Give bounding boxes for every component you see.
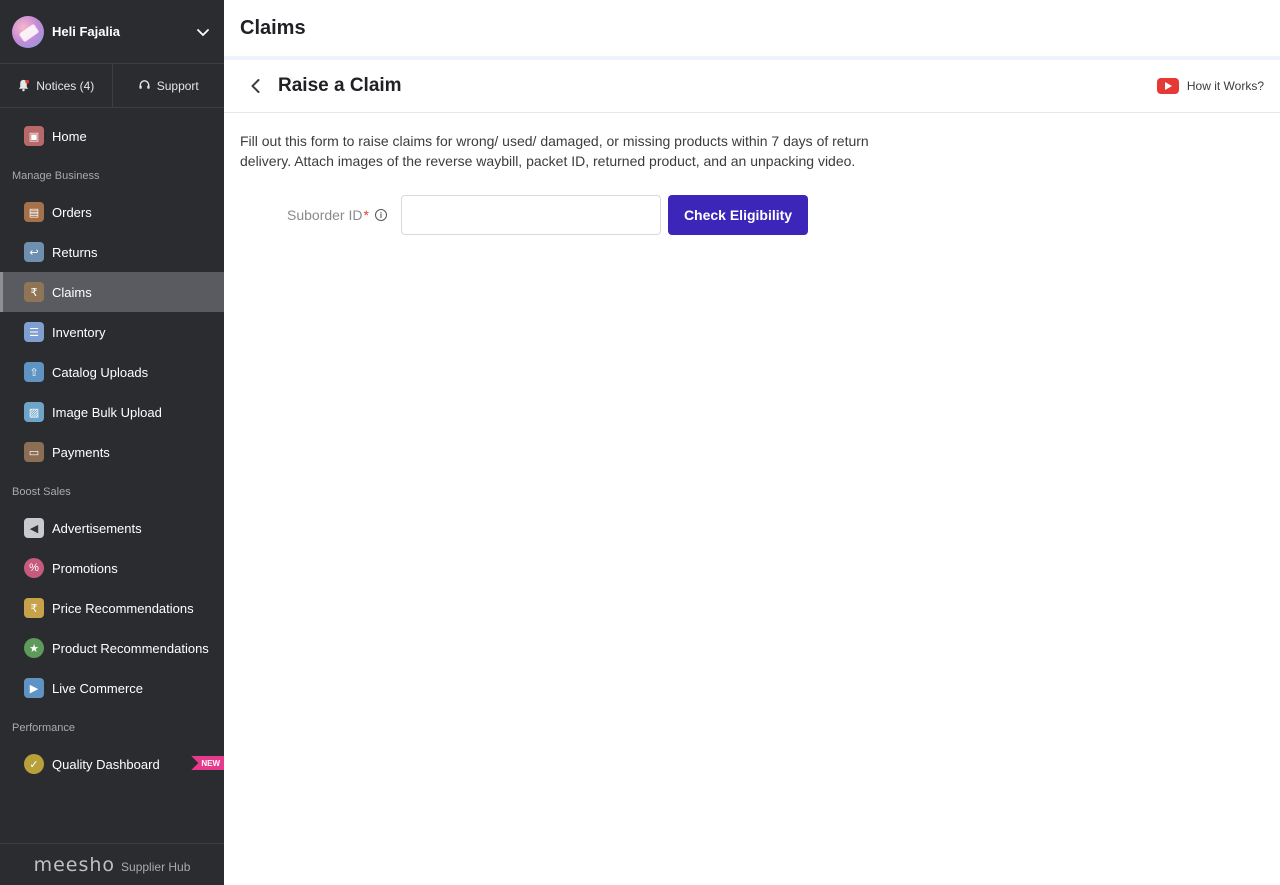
headset-icon — [139, 80, 150, 89]
orders-icon: ▤ — [24, 202, 44, 222]
sidebar-item-advertisements[interactable]: ◀ Advertisements — [0, 508, 224, 548]
page-title: Claims — [240, 16, 306, 39]
sidebar-item-label: Inventory — [52, 324, 106, 340]
megaphone-icon: ◀ — [24, 518, 44, 538]
notices-support-bar: Notices (4) Support — [0, 64, 224, 108]
home-icon: ▣ — [24, 126, 44, 146]
section-boost-sales: Boost Sales — [12, 486, 71, 498]
sidebar-item-label: Image Bulk Upload — [52, 404, 162, 420]
section-manage-business: Manage Business — [12, 170, 100, 182]
youtube-play-icon — [1156, 78, 1179, 94]
sidebar-item-label: Returns — [52, 244, 98, 260]
returns-icon: ↩ — [24, 242, 44, 262]
how-it-works-link[interactable]: How it Works? — [1156, 78, 1264, 94]
supplier-hub-label: Supplier Hub — [121, 859, 191, 874]
suborder-id-label: Suborder ID * i — [287, 207, 387, 223]
sidebar-item-promotions[interactable]: % Promotions — [0, 548, 224, 588]
sidebar-footer: meesho Supplier Hub — [0, 843, 224, 885]
check-eligibility-button[interactable]: Check Eligibility — [667, 195, 809, 235]
sidebar-item-label: Payments — [52, 444, 110, 460]
new-badge: NEW — [191, 756, 224, 770]
chevron-left-icon — [251, 79, 260, 93]
sidebar-item-image-bulk-upload[interactable]: ▨ Image Bulk Upload — [0, 392, 224, 432]
price-tag-icon: ₹ — [24, 598, 44, 618]
section-performance: Performance — [12, 722, 75, 734]
top-bar: Claims — [224, 0, 1280, 60]
meesho-logo: meesho — [33, 853, 116, 876]
raise-claim-title: Raise a Claim — [278, 75, 402, 96]
sidebar-item-home[interactable]: ▣ Home — [0, 116, 224, 156]
user-menu[interactable]: Heli Fajalia — [0, 0, 224, 64]
main-content: Claims Raise a Claim How it Works? Fill … — [224, 0, 1280, 885]
sidebar-item-inventory[interactable]: ☰ Inventory — [0, 312, 224, 352]
sidebar-item-live-commerce[interactable]: ▶ Live Commerce — [0, 668, 224, 708]
sidebar-item-label: Home — [52, 128, 87, 144]
sidebar-item-catalog-uploads[interactable]: ⇧ Catalog Uploads — [0, 352, 224, 392]
back-button[interactable] — [242, 72, 270, 100]
claim-description: Fill out this form to raise claims for w… — [240, 133, 869, 169]
sidebar-item-label: Price Recommendations — [52, 600, 194, 616]
sidebar-item-label: Claims — [52, 284, 92, 300]
sidebar-item-label: Catalog Uploads — [52, 364, 149, 380]
notices-button[interactable]: Notices (4) — [0, 64, 112, 107]
how-it-works-label: How it Works? — [1186, 79, 1264, 93]
percent-icon: % — [24, 558, 44, 578]
sidebar-item-label: Promotions — [52, 560, 118, 576]
image-upload-icon: ▨ — [24, 402, 44, 422]
support-button[interactable]: Support — [111, 64, 225, 107]
sidebar-item-price-recommendations[interactable]: ₹ Price Recommendations — [0, 588, 224, 628]
required-asterisk: * — [363, 207, 369, 223]
star-icon: ★ — [24, 638, 44, 658]
sidebar-item-label: Quality Dashboard — [52, 756, 160, 772]
inventory-icon: ☰ — [24, 322, 44, 342]
avatar — [12, 15, 44, 48]
sidebar-item-payments[interactable]: ▭ Payments — [0, 432, 224, 472]
sub-header: Raise a Claim How it Works? — [224, 60, 1280, 113]
sidebar-item-label: Live Commerce — [52, 680, 144, 696]
quality-badge-icon: ✓ — [24, 754, 44, 774]
user-name: Heli Fajalia — [52, 24, 120, 39]
info-icon[interactable]: i — [374, 209, 387, 221]
bell-icon — [19, 79, 30, 92]
sidebar: Heli Fajalia Notices (4) Support ▣ Home … — [0, 0, 224, 885]
chevron-down-icon[interactable] — [194, 23, 212, 41]
sidebar-item-orders[interactable]: ▤ Orders — [0, 192, 224, 232]
video-icon: ▶ — [24, 678, 44, 698]
sidebar-item-claims[interactable]: ₹ Claims — [0, 272, 224, 312]
sidebar-item-quality-dashboard[interactable]: ✓ Quality Dashboard NEW — [0, 744, 224, 784]
sidebar-item-product-recommendations[interactable]: ★ Product Recommendations — [0, 628, 224, 668]
sidebar-item-label: Orders — [52, 204, 92, 220]
payments-icon: ▭ — [24, 442, 44, 462]
support-label: Support — [156, 78, 199, 93]
suborder-id-input[interactable] — [400, 195, 661, 235]
sidebar-item-label: Advertisements — [52, 520, 142, 536]
sidebar-nav: ▣ Home Manage Business ▤ Orders ↩ Return… — [0, 108, 224, 784]
sidebar-item-returns[interactable]: ↩ Returns — [0, 232, 224, 272]
notices-label: Notices (4) — [36, 78, 95, 93]
sidebar-item-label: Product Recommendations — [52, 640, 209, 656]
catalog-upload-icon: ⇧ — [24, 362, 44, 382]
suborder-form: Suborder ID * i Check Eligibility — [224, 195, 1280, 235]
claims-icon: ₹ — [24, 282, 44, 302]
suborder-id-text: Suborder ID — [287, 207, 363, 223]
